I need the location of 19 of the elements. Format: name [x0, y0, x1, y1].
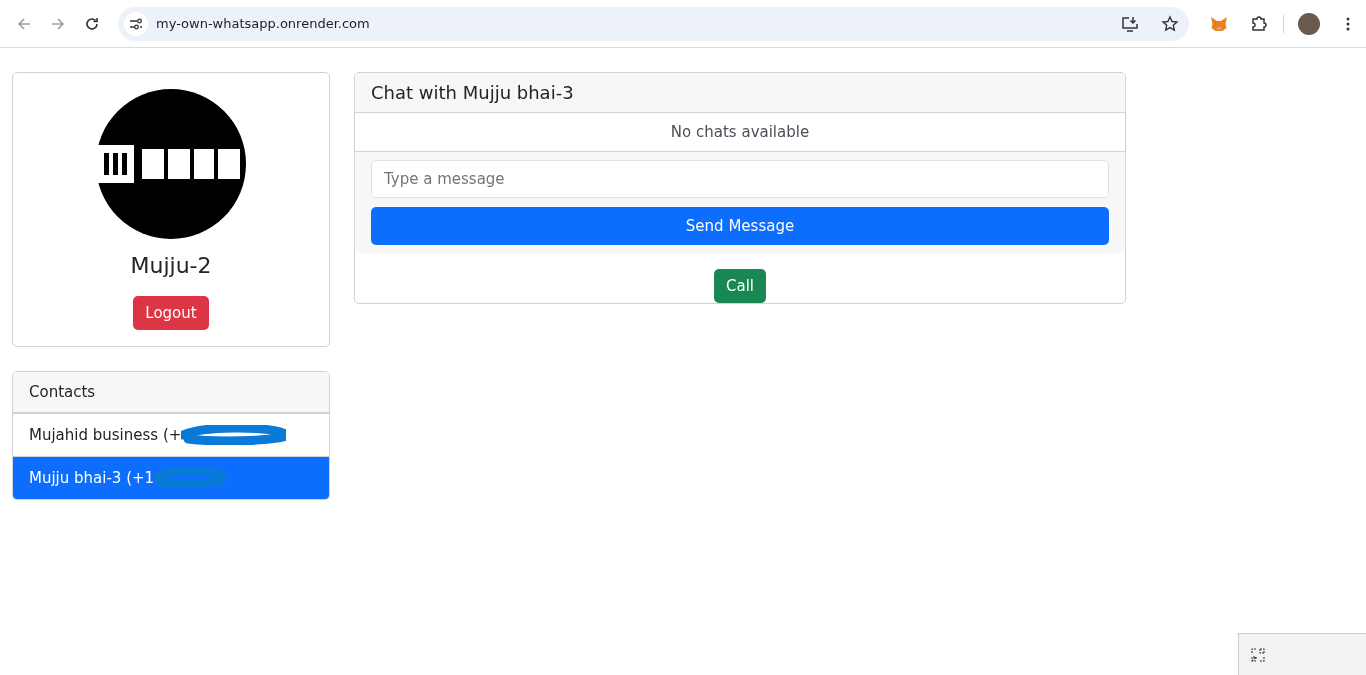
forward-icon[interactable] — [50, 15, 66, 32]
site-settings-icon[interactable] — [129, 16, 143, 31]
message-input[interactable]: Type a message — [371, 160, 1109, 198]
back-icon[interactable] — [16, 15, 32, 32]
contact-item[interactable]: Mujju bhai-3 (+1 — [13, 456, 329, 499]
chat-title: Chat with Mujju bhai-3 — [355, 73, 1125, 113]
collapse-icon[interactable] — [1251, 647, 1265, 662]
user-name: Mujju-2 — [130, 253, 212, 278]
reload-icon[interactable] — [84, 15, 100, 32]
url-text: my-own-whatsapp.onrender.com — [156, 16, 371, 31]
install-app-icon[interactable] — [1121, 14, 1139, 33]
logout-button[interactable]: Logout — [133, 296, 209, 330]
profile-avatar-icon[interactable] — [1298, 12, 1320, 35]
star-icon[interactable] — [1161, 14, 1179, 33]
contacts-header: Contacts — [13, 372, 329, 413]
send-message-button[interactable]: Send Message — [371, 207, 1109, 245]
extensions-icon[interactable] — [1249, 13, 1269, 34]
call-button[interactable]: Call — [714, 269, 766, 303]
address-bar[interactable]: my-own-whatsapp.onrender.com — [118, 6, 1189, 41]
